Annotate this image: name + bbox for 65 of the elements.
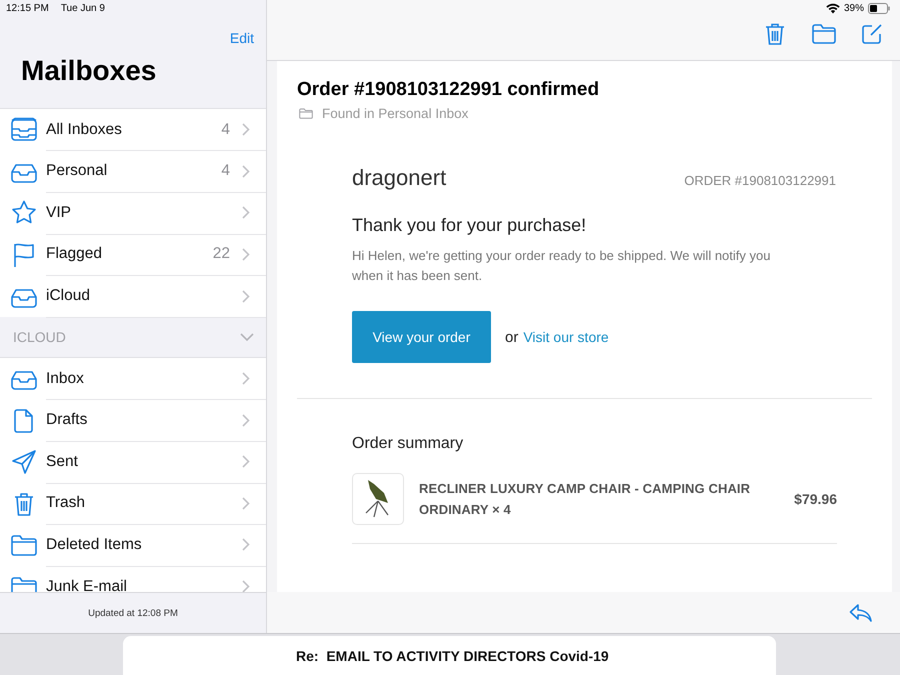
mailboxes-title: Mailboxes — [20, 54, 158, 88]
mailbox-item[interactable]: All Inboxes 4 — [0, 109, 266, 151]
draft-tab[interactable]: Re: EMAIL TO ACTIVITY DIRECTORS Covid-19 — [123, 636, 776, 675]
unread-count: 22 — [212, 245, 230, 264]
folder-icon — [299, 108, 313, 119]
chevron-icon — [242, 538, 250, 552]
mailbox-label: Junk E-mail — [46, 578, 128, 592]
mailbox-item[interactable]: Sent — [0, 441, 266, 484]
unread-count: 4 — [221, 120, 230, 139]
reply-icon[interactable] — [849, 602, 873, 622]
view-order-button[interactable]: View your order — [352, 311, 491, 363]
message-subject: Order #1908103122991 confirmed — [297, 79, 600, 101]
mailbox-label: Inbox — [46, 370, 85, 388]
message-text: Hi Helen, we're getting your order ready to be shipped. We will notify you when it has been sent. — [352, 247, 772, 285]
shop-name: dragonert — [352, 165, 446, 191]
chevron-icon — [242, 290, 250, 303]
mailbox-item[interactable]: Flagged 22 — [0, 234, 266, 276]
chevron-icon — [242, 123, 250, 136]
chevron-icon — [242, 455, 250, 468]
mailbox-item[interactable]: Trash — [0, 483, 266, 525]
mailbox-label: Drafts — [46, 411, 88, 430]
mailbox-label: Personal — [46, 162, 108, 180]
unread-count: 4 — [221, 162, 230, 180]
mailbox-item[interactable]: Inbox — [0, 358, 266, 400]
edit-button[interactable]: Edit — [230, 26, 254, 50]
mailbox-item[interactable]: Deleted Items — [0, 524, 266, 566]
mailbox-item[interactable]: VIP — [0, 192, 266, 234]
product-price: $79.96 — [794, 491, 837, 507]
mailbox-item[interactable]: Personal 4 — [0, 150, 266, 193]
mailbox-label: Trash — [46, 494, 86, 512]
chevron-icon — [242, 580, 250, 592]
mailbox-label: Sent — [46, 452, 79, 471]
chevron-icon — [242, 206, 250, 220]
status-time: 12:15 PM — [6, 2, 49, 14]
product-name: RECLINER LUXURY CAMP CHAIR - CAMPING CHAIR ORDINARY × 4 — [419, 480, 752, 519]
thanks-heading: Thank you for your purchase! — [352, 215, 588, 236]
wifi-icon — [826, 3, 840, 14]
battery-percent: 39% — [844, 3, 864, 14]
paper-plane-icon — [10, 448, 38, 476]
draft-subject: Re: EMAIL TO ACTIVITY DIRECTORS Covid-19 — [296, 648, 609, 664]
compose-icon[interactable] — [861, 23, 883, 45]
or-text: or — [505, 328, 518, 346]
mailbox-item[interactable]: Junk E-mail — [0, 566, 266, 592]
visit-store-link[interactable]: Visit our store — [523, 329, 609, 345]
status-date: Tue Jun 9 — [60, 2, 105, 14]
chevron-icon — [242, 164, 250, 178]
chevron-icon — [242, 496, 250, 510]
mailbox-location: Found in Personal Inbox — [322, 106, 468, 121]
mailbox-item[interactable]: Drafts — [0, 400, 266, 442]
mailbox-label: Deleted Items — [46, 536, 143, 554]
order-summary-title: Order summary — [352, 435, 464, 453]
chevron-icon — [242, 414, 250, 427]
chevron-icon — [242, 372, 250, 386]
trash-icon[interactable] — [763, 22, 787, 46]
updated-status: Updated at 12:08 PM — [88, 608, 178, 619]
mailbox-label: Flagged — [46, 245, 104, 264]
section-label: ICLOUD — [13, 329, 66, 346]
order-number: ORDER #1908103122991 — [684, 173, 836, 188]
mailbox-label: All Inboxes — [46, 120, 123, 139]
mailbox-label: VIP — [46, 204, 72, 222]
folder-icon[interactable] — [812, 23, 836, 45]
mailbox-label: iCloud — [46, 287, 91, 306]
mailbox-item[interactable]: iCloud — [0, 276, 266, 318]
chevron-icon — [242, 248, 250, 261]
battery-icon — [868, 3, 890, 14]
